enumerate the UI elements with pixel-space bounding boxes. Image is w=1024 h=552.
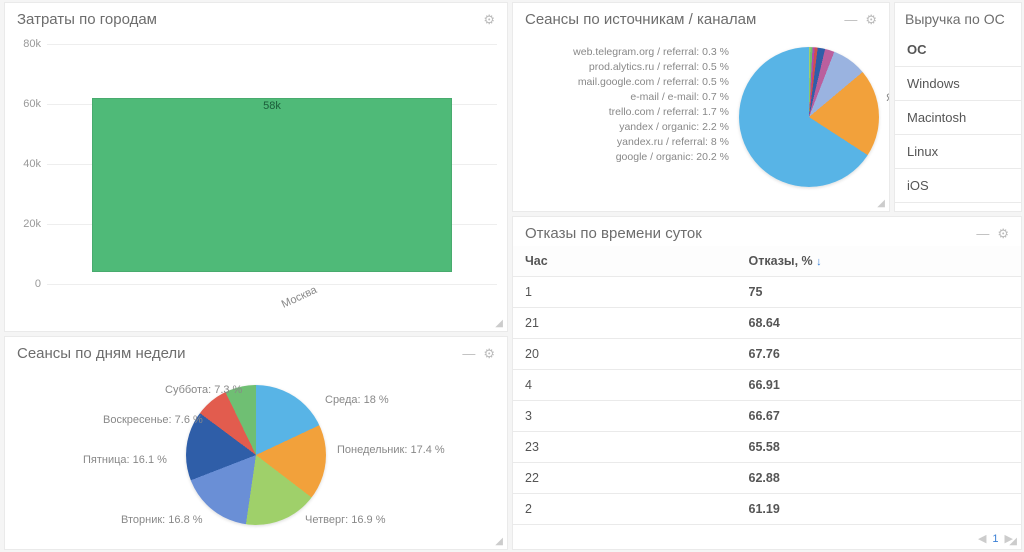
table-row[interactable]: 466.91	[513, 370, 1021, 401]
table-row[interactable]: iOS	[895, 169, 1021, 203]
pie-label: trello.com / referral: 1.7 %	[521, 106, 729, 118]
table-row[interactable]: 2365.58	[513, 432, 1021, 463]
panel-revenue-by-os: Выручка по ОС ОС Windows Macintosh Linux…	[894, 2, 1022, 212]
panel-bounce-by-hour: Отказы по времени суток — ⚙ Час Отказы, …	[512, 216, 1022, 550]
pie-label: web.telegram.org / referral: 0.3 %	[521, 46, 729, 58]
table-row[interactable]: 261.19	[513, 494, 1021, 525]
table-row[interactable]: Windows	[895, 67, 1021, 101]
minimize-icon[interactable]: —	[462, 347, 475, 360]
bar-chart: 80k 60k 40k 20k 0 58k Москва	[5, 32, 507, 292]
ytick: 60k	[9, 98, 41, 110]
gear-icon[interactable]: ⚙	[997, 227, 1009, 240]
gear-icon[interactable]: ⚙	[865, 13, 877, 26]
pie-label: Понедельник: 17.4 %	[337, 444, 445, 456]
panel-title: Затраты по городам	[17, 11, 157, 28]
panel-title: Сеансы по источникам / каналам	[525, 11, 756, 28]
col-bounce[interactable]: Отказы, % ↓	[737, 246, 1021, 277]
panel-title: Выручка по ОС	[905, 11, 1005, 27]
table-row[interactable]: 2168.64	[513, 308, 1021, 339]
table-row[interactable]: 2067.76	[513, 339, 1021, 370]
resize-handle-icon[interactable]: ◢	[1009, 536, 1017, 547]
gear-icon[interactable]: ⚙	[483, 13, 495, 26]
panel-costs-by-city: Затраты по городам ⚙ 80k 60k 40k 20k 0 5…	[4, 2, 508, 332]
table-row[interactable]: Linux	[895, 135, 1021, 169]
table-header[interactable]: ОС	[895, 33, 1021, 67]
pie-chart[interactable]	[186, 385, 326, 525]
pie-side-label: Яндекс	[886, 92, 890, 104]
minimize-icon[interactable]: —	[976, 227, 989, 240]
cell-hour: 22	[513, 463, 737, 494]
pie-label: Пятница: 16.1 %	[83, 454, 167, 466]
bar-moscow[interactable]: 58k	[92, 98, 452, 272]
pie-label: e-mail / e-mail: 0.7 %	[521, 91, 729, 103]
pie-label: yandex / organic: 2.2 %	[521, 121, 729, 133]
cell-hour: 1	[513, 277, 737, 308]
xtick: Москва	[279, 284, 318, 311]
resize-handle-icon[interactable]: ◢	[495, 318, 503, 329]
table-row[interactable]: 2262.88	[513, 463, 1021, 494]
table-row[interactable]: 175	[513, 277, 1021, 308]
pager-page[interactable]: 1	[992, 533, 998, 545]
cell-hour: 2	[513, 494, 737, 525]
pie-label: Суббота: 7.3 %	[165, 384, 242, 396]
bar-value-label: 58k	[263, 100, 281, 112]
pie-label: prod.alytics.ru / referral: 0.5 %	[521, 61, 729, 73]
pie-label: mail.google.com / referral: 0.5 %	[521, 76, 729, 88]
resize-handle-icon[interactable]: ◢	[495, 536, 503, 547]
pie-label: Четверг: 16.9 %	[305, 514, 385, 526]
cell-bounce: 66.91	[737, 370, 1021, 401]
pie-label: Воскресенье: 7.6 %	[103, 414, 203, 426]
bounce-table: Час Отказы, % ↓ 1752168.642067.76466.913…	[513, 246, 1021, 525]
cell-bounce: 75	[737, 277, 1021, 308]
cell-bounce: 68.64	[737, 308, 1021, 339]
cell-hour: 23	[513, 432, 737, 463]
ytick: 80k	[9, 38, 41, 50]
gear-icon[interactable]: ⚙	[483, 347, 495, 360]
cell-hour: 4	[513, 370, 737, 401]
pie-label: google / organic: 20.2 %	[521, 151, 729, 163]
panel-sessions-by-channel: Сеансы по источникам / каналам — ⚙ web.t…	[512, 2, 890, 212]
pager: ◀ 1 ▶	[978, 532, 1013, 545]
pie-chart[interactable]	[739, 47, 879, 187]
cell-bounce: 62.88	[737, 463, 1021, 494]
cell-bounce: 67.76	[737, 339, 1021, 370]
table-row[interactable]: 366.67	[513, 401, 1021, 432]
ytick: 20k	[9, 218, 41, 230]
cell-bounce: 61.19	[737, 494, 1021, 525]
cell-hour: 21	[513, 308, 737, 339]
col-hour[interactable]: Час	[513, 246, 737, 277]
pie-label: Среда: 18 %	[325, 394, 389, 406]
pie-label: yandex.ru / referral: 8 %	[521, 136, 729, 148]
panel-title: Отказы по времени суток	[525, 225, 702, 242]
ytick: 0	[9, 278, 41, 290]
ytick: 40k	[9, 158, 41, 170]
table-row[interactable]: Macintosh	[895, 101, 1021, 135]
pie-label: Вторник: 16.8 %	[121, 514, 203, 526]
minimize-icon[interactable]: —	[844, 13, 857, 26]
cell-bounce: 65.58	[737, 432, 1021, 463]
panel-title: Сеансы по дням недели	[17, 345, 186, 362]
pie-legend: web.telegram.org / referral: 0.3 % prod.…	[513, 32, 729, 202]
cell-hour: 3	[513, 401, 737, 432]
cell-hour: 20	[513, 339, 737, 370]
panel-sessions-by-dow: Сеансы по дням недели — ⚙ Среда: 18 % По…	[4, 336, 508, 550]
cell-bounce: 66.67	[737, 401, 1021, 432]
sort-desc-icon: ↓	[816, 256, 822, 268]
resize-handle-icon[interactable]: ◢	[877, 198, 885, 209]
pager-prev-icon[interactable]: ◀	[978, 532, 986, 545]
